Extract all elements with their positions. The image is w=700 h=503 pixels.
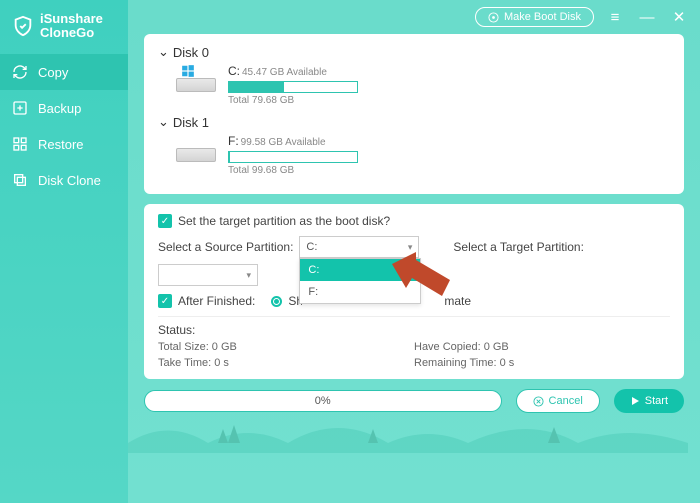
cancel-button[interactable]: Cancel [516,389,600,413]
after-finished-label: After Finished: [178,294,255,308]
sidebar: iSunshare CloneGo Copy Backup Restore Disk … [0,0,128,503]
main-area: ⌄Disk 0C:45.47 GB AvailableTotal 79.68 G… [128,0,700,503]
clone-icon [12,172,28,188]
chevron-down-icon: ▾ [408,242,413,253]
nav-label: Backup [38,101,81,116]
drive-total: Total 79.68 GB [228,95,670,106]
app-logo: iSunshare CloneGo [0,0,128,54]
windows-icon [181,64,195,78]
usage-bar [228,81,358,93]
after-finished-checkbox[interactable]: ✓ [158,294,172,308]
drive-icon [176,64,216,92]
footer: 0% Cancel Start [144,389,684,413]
boot-checkbox-label: Set the target partition as the boot dis… [178,214,390,228]
grid-icon [12,136,28,152]
nav-backup[interactable]: Backup [0,90,128,126]
chevron-down-icon: ⌄ [158,44,169,60]
drive-available: 99.58 GB Available [241,137,326,148]
progress-text: 0% [315,395,331,407]
make-boot-disk-button[interactable]: Make Boot Disk [475,7,594,27]
cancel-label: Cancel [549,395,583,407]
usage-bar [228,151,358,163]
drive-letter: C: [228,64,240,78]
after-radio-shutdown[interactable] [271,296,282,307]
decor-hills [128,413,688,453]
shield-icon [12,15,34,37]
source-label: Select a Source Partition: [158,240,293,254]
status-have-copied: Have Copied: 0 GB [414,341,670,353]
source-option-f[interactable]: F: [300,281,420,303]
status-take-time: Take Time: 0 s [158,357,414,369]
refresh-icon [12,64,28,80]
start-label: Start [645,395,668,407]
progress-bar: 0% [144,390,502,412]
nav-label: Disk Clone [38,173,101,188]
chevron-down-icon: ⌄ [158,114,169,130]
nav-restore[interactable]: Restore [0,126,128,162]
drive-available: 45.47 GB Available [242,67,327,78]
nav-copy[interactable]: Copy [0,54,128,90]
source-option-c[interactable]: C: [300,259,420,281]
plus-box-icon [12,100,28,116]
target-partition-select[interactable]: ▾ [158,264,258,286]
make-boot-label: Make Boot Disk [504,11,581,23]
nav-label: Restore [38,137,84,152]
brand-line2: CloneGo [40,26,103,40]
start-button[interactable]: Start [614,389,684,413]
play-icon [630,396,640,406]
source-dropdown: C: F: [299,258,421,304]
disks-panel: ⌄ Disk 0 C:45.47 GB Available Total 79.68 G… [144,34,684,194]
disk-toggle[interactable]: ⌄ Disk 1 [158,114,670,130]
cancel-icon [533,396,544,407]
disk-title: Disk 1 [173,115,209,130]
nav-label: Copy [38,65,68,80]
disc-icon [488,12,499,23]
minimize-button[interactable]: — [636,9,658,26]
titlebar: Make Boot Disk ≡ — ✕ [475,0,700,34]
source-partition-select[interactable]: C: ▾ C: F: [299,236,419,258]
chevron-down-icon: ▾ [246,270,251,281]
after-radio2-suffix: mate [444,294,471,308]
boot-checkbox[interactable]: ✓ [158,214,172,228]
status-total-size: Total Size: 0 GB [158,341,414,353]
drive-total: Total 99.68 GB [228,165,670,176]
drive-icon [176,134,216,162]
status-remaining: Remaining Time: 0 s [414,357,670,369]
brand-line1: iSunshare [40,12,103,26]
source-value: C: [306,241,317,253]
status-heading: Status: [158,323,670,337]
target-label: Select a Target Partition: [453,240,584,254]
disk-title: Disk 0 [173,45,209,60]
options-panel: ✓ Set the target partition as the boot d… [144,204,684,379]
close-button[interactable]: ✕ [668,8,690,26]
disk-toggle[interactable]: ⌄ Disk 0 [158,44,670,60]
menu-icon[interactable]: ≡ [604,9,626,26]
nav-disk-clone[interactable]: Disk Clone [0,162,128,198]
drive-letter: F: [228,134,239,148]
